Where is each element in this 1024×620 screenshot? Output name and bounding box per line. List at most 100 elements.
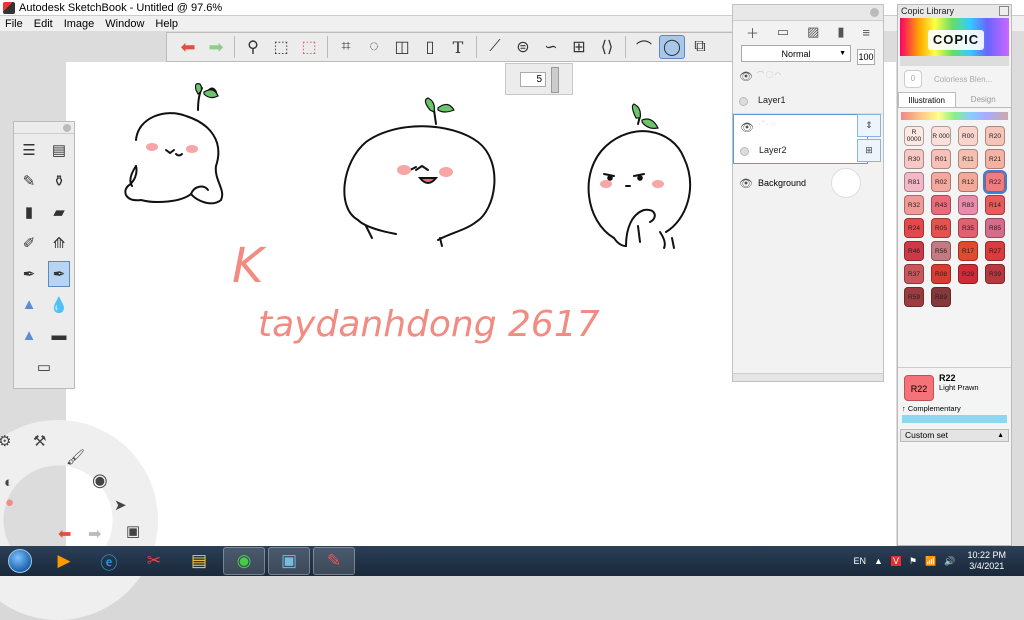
brush-size-control[interactable]: 5 xyxy=(505,63,573,95)
paintbrush-icon[interactable]: ⟰ xyxy=(48,230,70,256)
copic-swatch[interactable]: R30 xyxy=(904,149,924,169)
tab-design[interactable]: Design xyxy=(956,92,1012,107)
copic-swatch[interactable]: R27 xyxy=(985,241,1005,261)
menu-edit[interactable]: Edit xyxy=(29,18,59,30)
eraser-icon[interactable]: ▬ xyxy=(48,323,70,349)
brush-size-slider[interactable] xyxy=(551,67,559,93)
brush-puck-icon[interactable]: ◐ xyxy=(4,474,13,491)
snipping-tool-icon[interactable]: ✂ xyxy=(133,547,175,575)
menu-file[interactable]: File xyxy=(0,18,29,30)
brush-library-icon[interactable]: ▤ xyxy=(48,137,70,163)
marker-brush-icon[interactable]: ▮ xyxy=(18,199,40,225)
close-icon[interactable] xyxy=(63,124,71,132)
select-icon[interactable]: ⬚ xyxy=(268,35,294,59)
copic-swatch[interactable]: R46 xyxy=(904,241,924,261)
photo-viewer-icon[interactable]: ▣ xyxy=(268,547,310,575)
layer-row-layer1[interactable]: 👁 ⌒ ◯ ◠ Layer1 xyxy=(733,64,883,114)
chrome-icon[interactable]: ◉ xyxy=(223,547,265,575)
blend-mode-select[interactable]: Normal ▼ xyxy=(741,45,851,62)
zoom-icon[interactable]: ⚲ xyxy=(240,35,266,59)
text-icon[interactable]: T xyxy=(445,35,471,59)
clock[interactable]: 10:22 PM 3/4/2021 xyxy=(967,550,1006,572)
chisel-marker-icon[interactable]: ▰ xyxy=(48,199,70,225)
copic-swatch[interactable]: R02 xyxy=(931,172,951,192)
pencil-brush-icon[interactable]: ✎ xyxy=(18,168,40,194)
layer-row-background[interactable]: 👁 Background xyxy=(733,164,883,204)
brush-properties-icon[interactable]: ☰ xyxy=(18,137,40,163)
media-player-icon[interactable]: ▶ xyxy=(43,547,85,575)
copic-swatch[interactable]: R08 xyxy=(931,264,951,284)
pointer-icon[interactable]: ➤ xyxy=(114,496,127,514)
sketchbook-taskbar-icon[interactable]: ✎ xyxy=(313,547,355,575)
resize-grip[interactable] xyxy=(733,373,883,381)
airbrush-icon[interactable]: ⚱ xyxy=(48,168,70,194)
redo-icon[interactable]: ➡ xyxy=(203,35,229,59)
undo-icon[interactable]: ⬅ xyxy=(175,35,201,59)
symmetry-icon[interactable]: ⟨⟩ xyxy=(594,35,620,59)
tray-expand-icon[interactable]: ▲ xyxy=(874,556,883,566)
fill-icon[interactable]: ▯ xyxy=(417,35,443,59)
copic-swatch[interactable]: R17 xyxy=(958,241,978,261)
layer-mode-icon[interactable]: ⊞ xyxy=(857,139,881,162)
layer-menu-icon[interactable]: ≡ xyxy=(862,25,870,40)
move-layer-icon[interactable]: ⇕ xyxy=(857,114,881,137)
start-button[interactable] xyxy=(0,546,40,576)
copic-swatch[interactable]: R22 xyxy=(985,172,1005,192)
copic-swatch[interactable]: R81 xyxy=(904,172,924,192)
copic-swatch[interactable]: R14 xyxy=(985,195,1005,215)
layer-opacity[interactable]: 100 xyxy=(857,49,875,65)
fountain-pen-icon[interactable]: ✒ xyxy=(48,261,70,287)
background-color-swatch[interactable] xyxy=(831,168,861,198)
file-explorer-icon[interactable]: ▤ xyxy=(178,547,220,575)
tools-icon[interactable]: ⚒ xyxy=(33,432,46,450)
copic-header[interactable]: Copic Library xyxy=(898,5,1011,18)
copic-swatch[interactable]: R12 xyxy=(958,172,978,192)
colorless-blender[interactable]: 0 Colorless Blen... xyxy=(898,66,1011,92)
copic-swatch[interactable]: R39 xyxy=(985,264,1005,284)
layer-lock-toggle[interactable] xyxy=(739,97,748,106)
copic-swatch[interactable]: R29 xyxy=(958,264,978,284)
french-curve-icon[interactable]: ∽ xyxy=(538,35,564,59)
menu-window[interactable]: Window xyxy=(100,18,150,30)
visibility-eye-icon[interactable]: 👁 xyxy=(739,177,753,190)
gear-icon[interactable]: ⚙ xyxy=(0,432,11,450)
visibility-eye-icon[interactable]: 👁 xyxy=(740,121,754,134)
visibility-eye-icon[interactable]: 👁 xyxy=(739,70,753,83)
complementary-swatch[interactable] xyxy=(902,415,1007,423)
brush-size-value[interactable]: 5 xyxy=(520,72,546,87)
antivirus-icon[interactable]: V xyxy=(891,556,901,566)
perspective-icon[interactable]: ⊞ xyxy=(566,35,592,59)
delete-layer-icon[interactable]: ▮ xyxy=(837,24,844,40)
copic-swatch[interactable]: R 0000 xyxy=(904,126,924,146)
color-puck-icon[interactable]: ● xyxy=(5,494,14,511)
custom-set-header[interactable]: Custom set ▲ xyxy=(900,429,1009,442)
tab-illustration[interactable]: Illustration xyxy=(898,92,956,107)
layer-editor-header[interactable] xyxy=(733,5,883,21)
undo-icon[interactable]: ⬅ xyxy=(58,524,71,544)
copic-swatch[interactable]: R37 xyxy=(904,264,924,284)
internet-explorer-icon[interactable]: ⓔ xyxy=(88,547,130,575)
stroke-icon[interactable]: ⌒ xyxy=(631,35,657,59)
transform-icon[interactable]: ⬚ xyxy=(296,35,322,59)
copic-swatch[interactable]: R20 xyxy=(985,126,1005,146)
add-image-icon[interactable]: ▨ xyxy=(807,24,819,40)
copic-swatch[interactable]: R 000 xyxy=(931,126,951,146)
copic-swatch[interactable]: R21 xyxy=(985,149,1005,169)
menu-help[interactable]: Help xyxy=(150,18,184,30)
ellipse-icon[interactable]: ⊜ xyxy=(510,35,536,59)
menu-image[interactable]: Image xyxy=(59,18,101,30)
add-group-icon[interactable]: ▭ xyxy=(777,24,789,40)
layer-row-layer2[interactable]: 👁 · ˘ · ◌ Layer2 xyxy=(733,114,868,164)
ruler-icon[interactable]: ⟋ xyxy=(482,35,508,59)
collapse-icon[interactable]: ▲ xyxy=(997,430,1004,441)
copic-swatch[interactable]: R85 xyxy=(985,218,1005,238)
add-layer-icon[interactable]: ＋ xyxy=(746,23,759,42)
brush-palette-header[interactable] xyxy=(14,122,74,134)
distort-icon[interactable]: ◫ xyxy=(389,35,415,59)
crop-icon[interactable]: ⌗ xyxy=(333,35,359,59)
copic-swatch[interactable]: R05 xyxy=(931,218,951,238)
triangle-brush-icon[interactable]: ▲ xyxy=(18,292,40,318)
copic-swatch[interactable]: R24 xyxy=(904,218,924,238)
copic-swatch[interactable]: R43 xyxy=(931,195,951,215)
copic-swatch[interactable]: R83 xyxy=(958,195,978,215)
